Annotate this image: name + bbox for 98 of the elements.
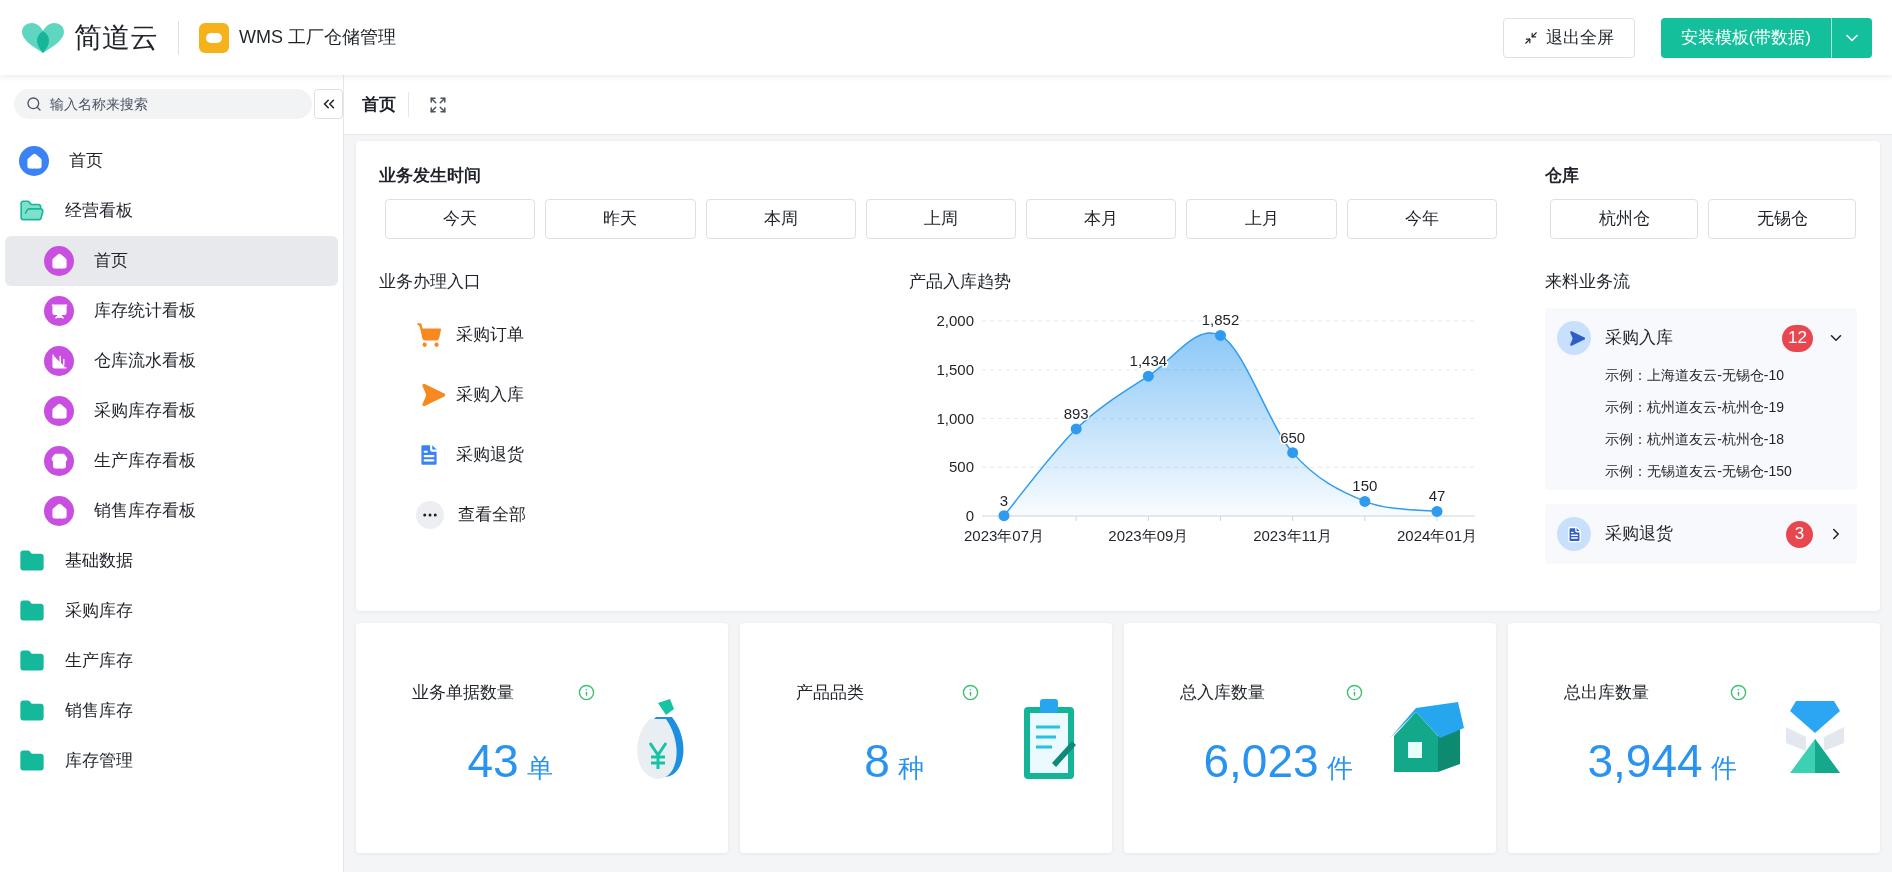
app-icon [199, 22, 229, 53]
filter-title: 业务发生时间 [379, 165, 482, 187]
entry-link[interactable]: 查看全部 [416, 496, 526, 534]
info-icon [1346, 684, 1363, 701]
flow-header[interactable]: 采购入库 12 [1557, 318, 1845, 358]
app-title: WMS 工厂仓储管理 [239, 26, 396, 49]
more-icon [416, 501, 444, 529]
search-icon [26, 96, 42, 112]
flow-header[interactable]: 采购退货 3 [1557, 514, 1845, 554]
y-tick-label: 500 [948, 458, 974, 476]
filter-option[interactable]: 杭州仓 [1550, 198, 1698, 239]
data-label: 47 [1428, 487, 1446, 505]
sidebar-item[interactable]: 基础数据 [5, 536, 338, 586]
flow-title: 采购入库 [1605, 327, 1675, 350]
filter-option[interactable]: 本周 [705, 198, 856, 239]
section-title: 来料业务流 [1545, 270, 1632, 293]
brand-name: 简道云 [74, 20, 158, 55]
chart-title: 产品入库趋势 [908, 270, 1012, 293]
sidebar-item[interactable]: 库存统计看板 [5, 286, 338, 336]
filter-option[interactable]: 无锡仓 [1708, 198, 1856, 239]
filter-option[interactable]: 今天 [385, 198, 536, 239]
flow-record[interactable]: 示例：上海道友云-无锡仓-10 [1605, 366, 1845, 384]
house-icon [44, 246, 74, 276]
stat-value: 6,023 件 [1202, 734, 1354, 790]
data-point [1142, 370, 1154, 382]
data-label: 1,434 [1129, 352, 1167, 370]
stat-label: 业务单据数量 [412, 681, 515, 704]
data-point [1070, 423, 1082, 435]
house-icon [44, 396, 74, 426]
stat-label: 总入库数量 [1180, 681, 1266, 704]
filter-option[interactable]: 今年 [1346, 198, 1497, 239]
sidebar-item[interactable]: 经营看板 [5, 186, 338, 236]
entry-link[interactable]: 采购入库 [416, 376, 524, 414]
store-icon [44, 446, 74, 476]
count-badge: 3 [1786, 520, 1813, 548]
sidebar-item[interactable]: 首页 [5, 136, 338, 186]
sidebar-item[interactable]: 生产库存看板 [5, 436, 338, 486]
exit-fullscreen-button[interactable]: 退出全屏 [1502, 17, 1635, 58]
sidebar-item[interactable]: 销售库存看板 [5, 486, 338, 536]
data-label: 3 [999, 491, 1009, 509]
stat-value: 43 单 [466, 734, 554, 790]
x-tick-label: 2023年09月 [1108, 527, 1189, 544]
y-tick-label: 2,000 [936, 312, 974, 329]
stat-label: 总出库数量 [1564, 681, 1650, 704]
fullscreen-icon[interactable] [429, 95, 447, 114]
filter-option[interactable]: 上月 [1186, 198, 1337, 239]
info-icon [578, 684, 595, 701]
data-label: 650 [1280, 428, 1306, 446]
data-label: 893 [1063, 404, 1089, 422]
info-icon [1730, 684, 1747, 701]
flow-record[interactable]: 示例：杭州道友云-杭州仓-18 [1605, 430, 1845, 448]
data-point [998, 510, 1010, 522]
x-tick-label: 2023年07月 [963, 527, 1044, 544]
filter-option[interactable]: 昨天 [545, 198, 696, 239]
sidebar-item[interactable]: 销售库存 [5, 686, 338, 736]
entry-link[interactable]: 采购退货 [416, 436, 524, 474]
sidebar-item[interactable]: 库存管理 [5, 736, 338, 786]
sidebar-item[interactable]: 仓库流水看板 [5, 336, 338, 386]
flow-record[interactable]: 示例：无锡道友云-无锡仓-150 [1605, 462, 1845, 480]
y-tick-label: 1,500 [936, 360, 974, 378]
search-field[interactable]: 输入名称来搜索 [14, 89, 313, 119]
sidebar-item[interactable]: 生产库存 [5, 636, 338, 686]
send-icon [1557, 321, 1592, 355]
count-badge: 12 [1782, 324, 1813, 352]
y-tick-label: 1,000 [936, 409, 974, 427]
logo-icon [20, 20, 66, 55]
cart-icon [416, 322, 442, 348]
stat-label: 产品品类 [796, 681, 865, 704]
flow-record[interactable]: 示例：杭州道友云-杭州仓-19 [1605, 398, 1845, 416]
entry-link[interactable]: 采购订单 [416, 316, 524, 354]
house-icon [44, 496, 74, 526]
flow-title: 采购退货 [1605, 523, 1675, 546]
y-tick-label: 0 [965, 507, 974, 524]
stat-value: 8 种 [863, 734, 925, 790]
data-point [1431, 505, 1443, 517]
data-point [1287, 447, 1299, 459]
sidebar-item[interactable]: 采购库存 [5, 586, 338, 636]
document-icon [1557, 517, 1592, 551]
house-icon [19, 146, 49, 176]
collapse-button[interactable] [314, 89, 343, 119]
info-icon [962, 684, 979, 701]
x-tick-label: 2023年11月 [1253, 527, 1332, 544]
filter-option[interactable]: 上周 [865, 198, 1017, 239]
shrink-icon [1523, 30, 1538, 45]
data-label: 150 [1352, 477, 1378, 495]
sidebar-item[interactable]: 首页 [5, 236, 338, 286]
filter-title: 仓库 [1545, 165, 1580, 187]
section-title: 业务办理入口 [379, 270, 482, 293]
x-tick-label: 2024年01月 [1396, 527, 1477, 544]
data-label: 1,852 [1201, 311, 1240, 329]
presentation-icon [44, 296, 74, 326]
page-tab[interactable]: 首页 [362, 91, 409, 118]
data-point [1214, 329, 1226, 341]
filter-option[interactable]: 本月 [1026, 198, 1177, 239]
sidebar-item[interactable]: 采购库存看板 [5, 386, 338, 436]
stat-value: 3,944 件 [1586, 734, 1738, 790]
bar-chart-icon [44, 346, 74, 376]
data-point [1359, 495, 1371, 507]
